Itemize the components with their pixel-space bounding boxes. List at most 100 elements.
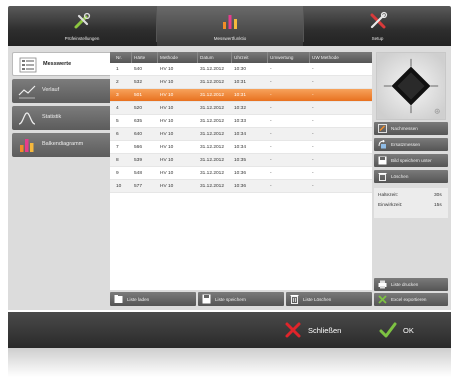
save-list-button[interactable]: Liste speichern	[198, 292, 284, 306]
app-window: Prüfeinstellungen Messwertfunktio Setup	[0, 0, 457, 377]
table-row[interactable]: 9 548 HV 10 31.12.2012 10:36 - -	[110, 167, 372, 180]
right-panel: Nachmessen Ersatzmessen Bild speichern u…	[374, 52, 448, 306]
reflection	[8, 348, 451, 377]
hold-time-label: Haltezeit:	[378, 193, 398, 198]
tab-setup[interactable]: Setup	[304, 6, 451, 46]
table-row[interactable]: 10 577 HV 10 31.12.2012 10:36 - -	[110, 180, 372, 193]
button-label: Bild speichern unter	[391, 158, 432, 163]
cell-datum: 31.12.2012	[200, 144, 225, 150]
sidebar-item-balkendiagramm[interactable]: Balkendiagramm	[12, 133, 112, 157]
column-header-datum[interactable]: Datum	[198, 52, 232, 63]
table-row[interactable]: 7 566 HV 10 31.12.2012 10:34 - -	[110, 141, 372, 154]
table-row[interactable]: 6 640 HV 10 31.12.2012 10:34 - -	[110, 128, 372, 141]
sidebar-item-verlauf[interactable]: Verlauf	[12, 79, 112, 103]
excel-icon	[378, 295, 387, 304]
cell-uhrzeit: 10:36	[234, 170, 247, 176]
cell-umwertung: -	[270, 118, 272, 124]
cell-umwertung: -	[270, 183, 272, 189]
cell-haerte: 548	[134, 170, 143, 176]
save-image-button[interactable]: Bild speichern unter	[374, 154, 448, 167]
cell-haerte: 635	[134, 118, 143, 124]
cell-uw-methode: -	[312, 92, 314, 98]
cell-nr: 8	[116, 157, 119, 163]
column-header-haerte[interactable]: Härte	[132, 52, 158, 63]
delete-list-button[interactable]: Liste Löschen	[286, 292, 372, 306]
cell-datum: 31.12.2012	[200, 183, 225, 189]
sidebar-item-label: Messwerte	[43, 61, 72, 67]
cell-uhrzeit: 10:30	[234, 66, 247, 72]
table-header: Nr. Härte Methode Datum Uhrzeit Umwertun…	[110, 52, 372, 63]
table-row[interactable]: 2 532 HV 10 31.12.2012 10:31 - -	[110, 76, 372, 89]
cell-nr: 3	[116, 92, 119, 98]
bar-chart-icon	[20, 139, 34, 152]
printer-icon	[378, 280, 387, 289]
close-icon	[285, 322, 301, 338]
column-header-nr[interactable]: Nr.	[110, 52, 132, 63]
top-toolbar: Prüfeinstellungen Messwertfunktio Setup	[8, 6, 451, 46]
cell-umwertung: -	[270, 92, 272, 98]
list-icon	[19, 57, 37, 73]
button-label: Ersatzmessen	[391, 142, 421, 147]
dwell-time-value: 15s	[434, 203, 442, 208]
table-row[interactable]: 5 635 HV 10 31.12.2012 10:33 - -	[110, 115, 372, 128]
column-header-uw-methode[interactable]: UW Methode	[310, 52, 372, 63]
ok-button[interactable]: OK	[373, 316, 443, 344]
cell-nr: 7	[116, 144, 119, 150]
sidebar-item-messwerte[interactable]: Messwerte	[12, 52, 112, 76]
cell-nr: 2	[116, 79, 119, 85]
cell-methode: HV 10	[160, 144, 174, 150]
indentation-diamond-icon	[377, 53, 445, 119]
folder-open-icon	[114, 295, 123, 303]
sidebar-item-statistik[interactable]: Statistik	[12, 106, 112, 130]
replace-icon	[378, 140, 386, 149]
tab-messwertfunktion[interactable]: Messwertfunktio	[157, 6, 303, 46]
cell-nr: 10	[116, 183, 122, 189]
dwell-time-label: Einwirkzeit:	[378, 203, 403, 208]
print-list-button[interactable]: Liste drucken	[374, 278, 448, 291]
tools-icon	[370, 11, 387, 29]
table-row[interactable]: 8 539 HV 10 31.12.2012 10:35 - -	[110, 154, 372, 167]
cell-nr: 5	[116, 118, 119, 124]
replace-measurement-button[interactable]: Ersatzmessen	[374, 138, 448, 151]
table-row[interactable]: 4 520 HV 10 31.12.2012 10:32 - -	[110, 102, 372, 115]
cell-uw-methode: -	[312, 105, 314, 111]
indentation-preview-image	[376, 52, 446, 120]
cell-uw-methode: -	[312, 131, 314, 137]
table-row[interactable]: 1 540 HV 10 31.12.2012 10:30 - -	[110, 63, 372, 76]
cell-haerte: 577	[134, 183, 143, 189]
cell-datum: 31.12.2012	[200, 105, 225, 111]
line-chart-icon	[18, 85, 36, 99]
cell-methode: HV 10	[160, 157, 174, 163]
table-row[interactable]: 3 501 HV 10 31.12.2012 10:31 - -	[110, 89, 372, 102]
delete-measurement-button[interactable]: Löschen	[374, 170, 448, 183]
cell-nr: 6	[116, 131, 119, 137]
column-header-uhrzeit[interactable]: Uhrzeit	[232, 52, 268, 63]
cell-uhrzeit: 10:34	[234, 144, 247, 150]
cell-methode: HV 10	[160, 183, 174, 189]
button-label: Liste laden	[127, 296, 150, 302]
column-header-methode[interactable]: Methode	[158, 52, 198, 63]
excel-export-button[interactable]: Excel exportieren	[374, 293, 448, 306]
cell-uhrzeit: 10:32	[234, 105, 247, 111]
button-label: Excel exportieren	[391, 297, 427, 302]
tab-pruefeinstellungen[interactable]: Prüfeinstellungen	[8, 6, 156, 46]
cell-methode: HV 10	[160, 66, 174, 72]
remeasure-button[interactable]: Nachmessen	[374, 122, 448, 135]
measurements-table: Nr. Härte Methode Datum Uhrzeit Umwertun…	[110, 52, 372, 290]
cell-methode: HV 10	[160, 131, 174, 137]
cell-datum: 31.12.2012	[200, 170, 225, 176]
cell-umwertung: -	[270, 79, 272, 85]
button-label: Liste drucken	[391, 282, 419, 287]
cell-datum: 31.12.2012	[200, 157, 225, 163]
tab-label: Prüfeinstellungen	[64, 36, 100, 41]
button-label: Löschen	[391, 174, 409, 179]
cell-umwertung: -	[270, 131, 272, 137]
load-list-button[interactable]: Liste laden	[110, 292, 196, 306]
save-icon	[202, 294, 211, 304]
close-button[interactable]: Schließen	[278, 316, 363, 344]
remeasure-icon	[378, 124, 387, 133]
column-header-umwertung[interactable]: Umwertung	[268, 52, 310, 63]
trash-icon	[290, 295, 299, 304]
bar-chart-icon	[223, 15, 237, 29]
cell-uhrzeit: 10:36	[234, 183, 247, 189]
